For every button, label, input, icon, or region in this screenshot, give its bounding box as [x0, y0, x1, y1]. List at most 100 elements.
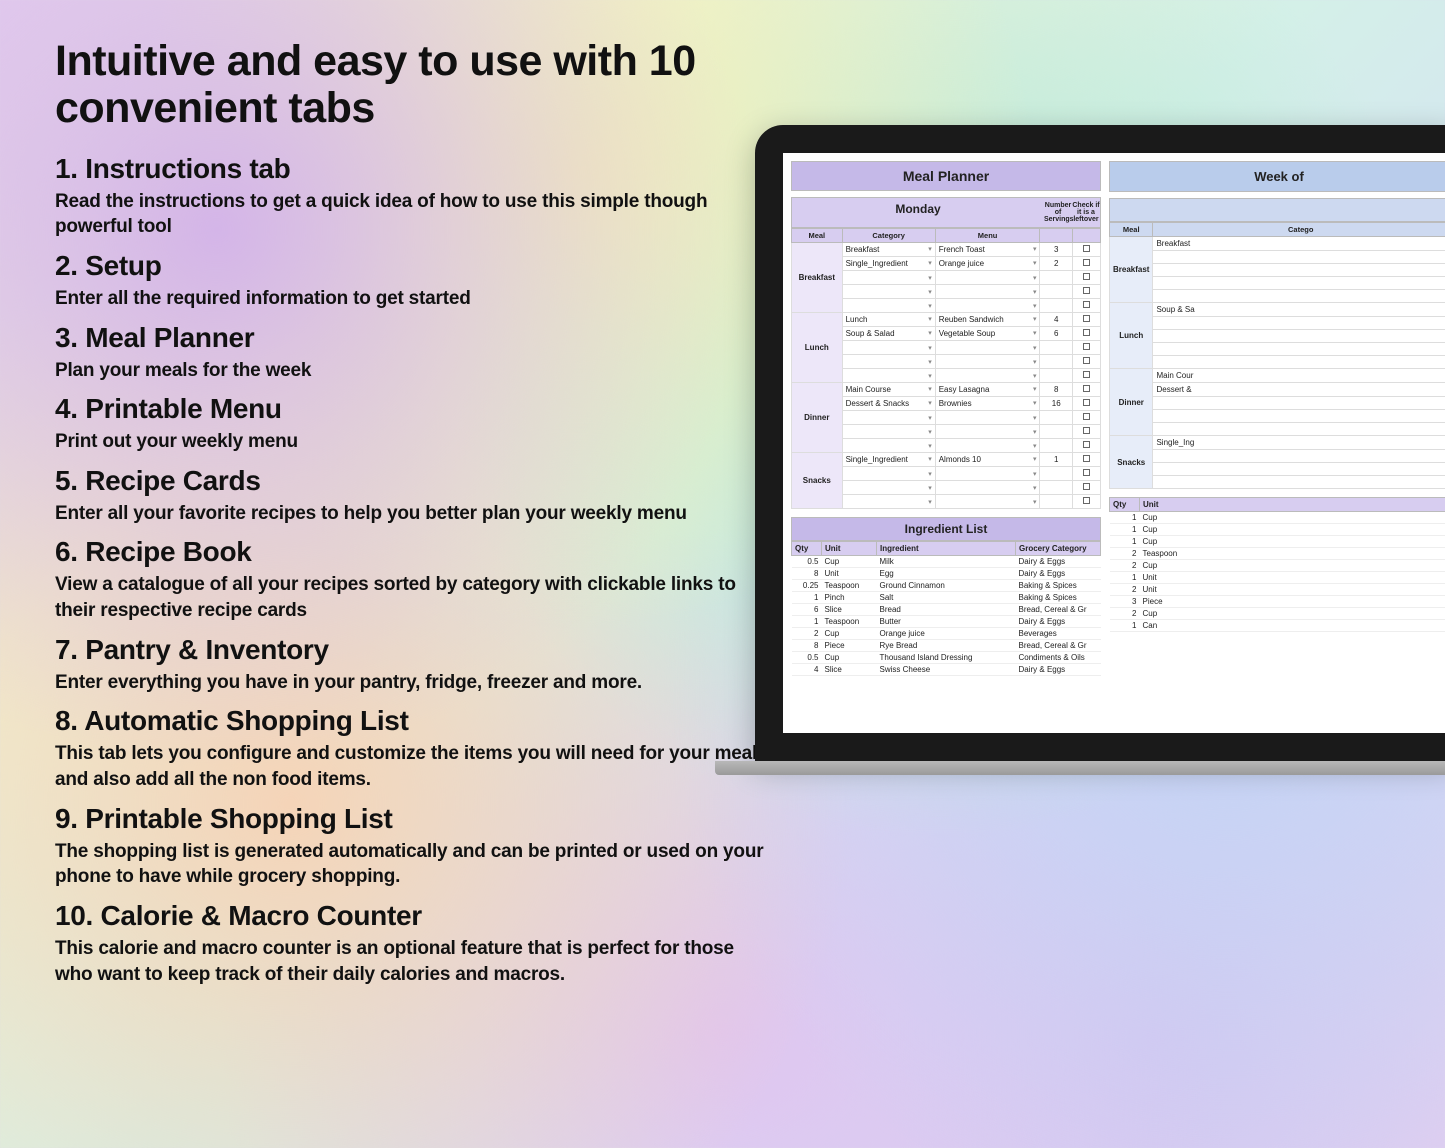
category-cell[interactable]: ▾	[842, 299, 935, 313]
category-cell[interactable]: ▾	[842, 411, 935, 425]
menu-cell[interactable]: Easy Lasagna▾	[935, 383, 1040, 397]
menu-cell[interactable]: Orange juice▾	[935, 257, 1040, 271]
category-cell[interactable]	[1153, 330, 1445, 343]
leftover-checkbox[interactable]	[1073, 369, 1101, 383]
servings-cell[interactable]	[1040, 439, 1073, 453]
leftover-checkbox[interactable]	[1073, 299, 1101, 313]
category-cell[interactable]: Lunch▾	[842, 313, 935, 327]
section-7-desc: Enter everything you have in your pantry…	[55, 670, 770, 696]
servings-cell[interactable]: 16	[1040, 397, 1073, 411]
category-cell[interactable]: Dessert &	[1153, 383, 1445, 397]
category-cell[interactable]: ▾	[842, 439, 935, 453]
category-cell[interactable]	[1153, 463, 1445, 476]
menu-cell[interactable]: ▾	[935, 285, 1040, 299]
category-cell[interactable]: Soup & Salad▾	[842, 327, 935, 341]
category-cell[interactable]	[1153, 397, 1445, 410]
category-cell[interactable]: ▾	[842, 369, 935, 383]
servings-cell[interactable]	[1040, 425, 1073, 439]
menu-cell[interactable]: ▾	[935, 439, 1040, 453]
menu-cell[interactable]: Brownies▾	[935, 397, 1040, 411]
category-cell[interactable]	[1153, 476, 1445, 489]
leftover-checkbox[interactable]	[1073, 439, 1101, 453]
category-cell[interactable]: ▾	[842, 495, 935, 509]
servings-cell[interactable]	[1040, 467, 1073, 481]
menu-cell[interactable]: ▾	[935, 411, 1040, 425]
menu-cell[interactable]: ▾	[935, 481, 1040, 495]
leftover-checkbox[interactable]	[1073, 285, 1101, 299]
category-cell[interactable]: Soup & Sa	[1153, 303, 1445, 317]
leftover-checkbox[interactable]	[1073, 355, 1101, 369]
category-cell[interactable]: Single_Ing	[1153, 436, 1445, 450]
servings-cell[interactable]	[1040, 271, 1073, 285]
leftover-checkbox[interactable]	[1073, 425, 1101, 439]
servings-cell[interactable]	[1040, 369, 1073, 383]
category-cell[interactable]	[1153, 423, 1445, 436]
category-cell[interactable]	[1153, 264, 1445, 277]
servings-cell[interactable]: 3	[1040, 243, 1073, 257]
menu-cell[interactable]: ▾	[935, 299, 1040, 313]
category-cell[interactable]: Dessert & Snacks▾	[842, 397, 935, 411]
category-cell[interactable]: Main Course▾	[842, 383, 935, 397]
category-cell[interactable]	[1153, 450, 1445, 463]
category-cell[interactable]: ▾	[842, 271, 935, 285]
menu-cell[interactable]: ▾	[935, 271, 1040, 285]
leftover-checkbox[interactable]	[1073, 397, 1101, 411]
category-cell[interactable]: Single_Ingredient▾	[842, 453, 935, 467]
menu-cell[interactable]: French Toast▾	[935, 243, 1040, 257]
category-cell[interactable]	[1153, 317, 1445, 330]
leftover-checkbox[interactable]	[1073, 383, 1101, 397]
ingredient-cell: Teaspoon	[822, 580, 877, 592]
servings-cell[interactable]	[1040, 411, 1073, 425]
menu-cell[interactable]: ▾	[935, 341, 1040, 355]
menu-cell[interactable]: ▾	[935, 495, 1040, 509]
menu-cell[interactable]: Almonds 10▾	[935, 453, 1040, 467]
category-cell[interactable]: ▾	[842, 481, 935, 495]
menu-cell[interactable]: ▾	[935, 467, 1040, 481]
menu-cell[interactable]: ▾	[935, 369, 1040, 383]
menu-cell[interactable]: Reuben Sandwich▾	[935, 313, 1040, 327]
servings-cell[interactable]	[1040, 495, 1073, 509]
category-cell[interactable]	[1153, 356, 1445, 369]
category-cell[interactable]	[1153, 410, 1445, 423]
leftover-checkbox[interactable]	[1073, 257, 1101, 271]
ingredient-cell: Bread	[877, 604, 1016, 616]
servings-cell[interactable]: 2	[1040, 257, 1073, 271]
category-cell[interactable]: ▾	[842, 355, 935, 369]
servings-cell[interactable]: 8	[1040, 383, 1073, 397]
leftover-checkbox[interactable]	[1073, 313, 1101, 327]
leftover-checkbox[interactable]	[1073, 481, 1101, 495]
servings-cell[interactable]	[1040, 341, 1073, 355]
servings-cell[interactable]: 6	[1040, 327, 1073, 341]
ingredient-cell: Cup	[1140, 560, 1445, 572]
category-cell[interactable]: ▾	[842, 341, 935, 355]
category-cell[interactable]: Main Cour	[1153, 369, 1445, 383]
servings-cell[interactable]	[1040, 299, 1073, 313]
menu-cell[interactable]: ▾	[935, 425, 1040, 439]
leftover-checkbox[interactable]	[1073, 467, 1101, 481]
servings-cell[interactable]	[1040, 355, 1073, 369]
category-cell[interactable]	[1153, 343, 1445, 356]
category-cell[interactable]: ▾	[842, 285, 935, 299]
category-cell[interactable]: ▾	[842, 467, 935, 481]
category-cell[interactable]	[1153, 290, 1445, 303]
section-6: 6. Recipe Book View a catalogue of all y…	[55, 536, 770, 623]
leftover-checkbox[interactable]	[1073, 327, 1101, 341]
category-cell[interactable]	[1153, 277, 1445, 290]
servings-cell[interactable]	[1040, 285, 1073, 299]
servings-cell[interactable]: 1	[1040, 453, 1073, 467]
leftover-checkbox[interactable]	[1073, 411, 1101, 425]
leftover-checkbox[interactable]	[1073, 271, 1101, 285]
leftover-checkbox[interactable]	[1073, 495, 1101, 509]
category-cell[interactable]	[1153, 251, 1445, 264]
servings-cell[interactable]	[1040, 481, 1073, 495]
category-cell[interactable]: Single_Ingredient▾	[842, 257, 935, 271]
leftover-checkbox[interactable]	[1073, 453, 1101, 467]
servings-cell[interactable]: 4	[1040, 313, 1073, 327]
menu-cell[interactable]: Vegetable Soup▾	[935, 327, 1040, 341]
leftover-checkbox[interactable]	[1073, 243, 1101, 257]
leftover-checkbox[interactable]	[1073, 341, 1101, 355]
category-cell[interactable]: ▾	[842, 425, 935, 439]
menu-cell[interactable]: ▾	[935, 355, 1040, 369]
category-cell[interactable]: Breakfast	[1153, 237, 1445, 251]
category-cell[interactable]: Breakfast▾	[842, 243, 935, 257]
